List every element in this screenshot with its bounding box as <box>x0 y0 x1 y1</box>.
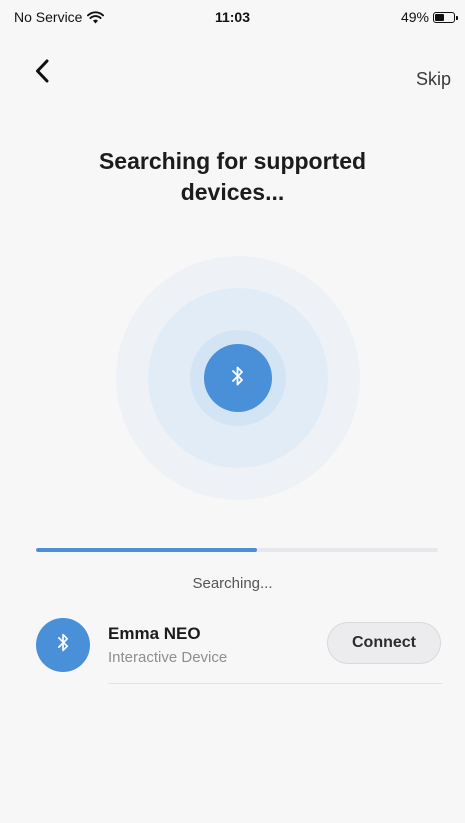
search-status-text: Searching... <box>192 575 273 592</box>
connect-button[interactable]: Connect <box>327 622 441 664</box>
search-progress-bar <box>36 548 438 552</box>
skip-button[interactable]: Skip <box>416 69 451 90</box>
bluetooth-icon <box>57 632 70 658</box>
battery-fill <box>435 13 444 21</box>
battery-percent: 49% <box>400 9 429 25</box>
bluetooth-icon <box>231 365 245 392</box>
device-name: Emma NEO <box>108 624 201 643</box>
status-bar: No Service 11:03 49% <box>0 0 465 34</box>
device-avatar <box>36 618 90 672</box>
device-type: Interactive Device <box>108 649 228 666</box>
bluetooth-scan-badge <box>204 344 272 412</box>
battery-icon <box>433 11 458 23</box>
status-right: 49% <box>400 9 458 25</box>
back-button[interactable] <box>28 58 56 88</box>
device-list-item[interactable]: Emma NEO Interactive Device Connect <box>0 612 465 684</box>
status-time: 11:03 <box>214 9 251 25</box>
search-progress-fill <box>36 548 258 552</box>
page-title: Searching for supported devices... <box>98 148 367 205</box>
scanning-radar <box>116 256 360 500</box>
chevron-left-icon <box>35 59 49 88</box>
list-divider <box>108 683 442 684</box>
